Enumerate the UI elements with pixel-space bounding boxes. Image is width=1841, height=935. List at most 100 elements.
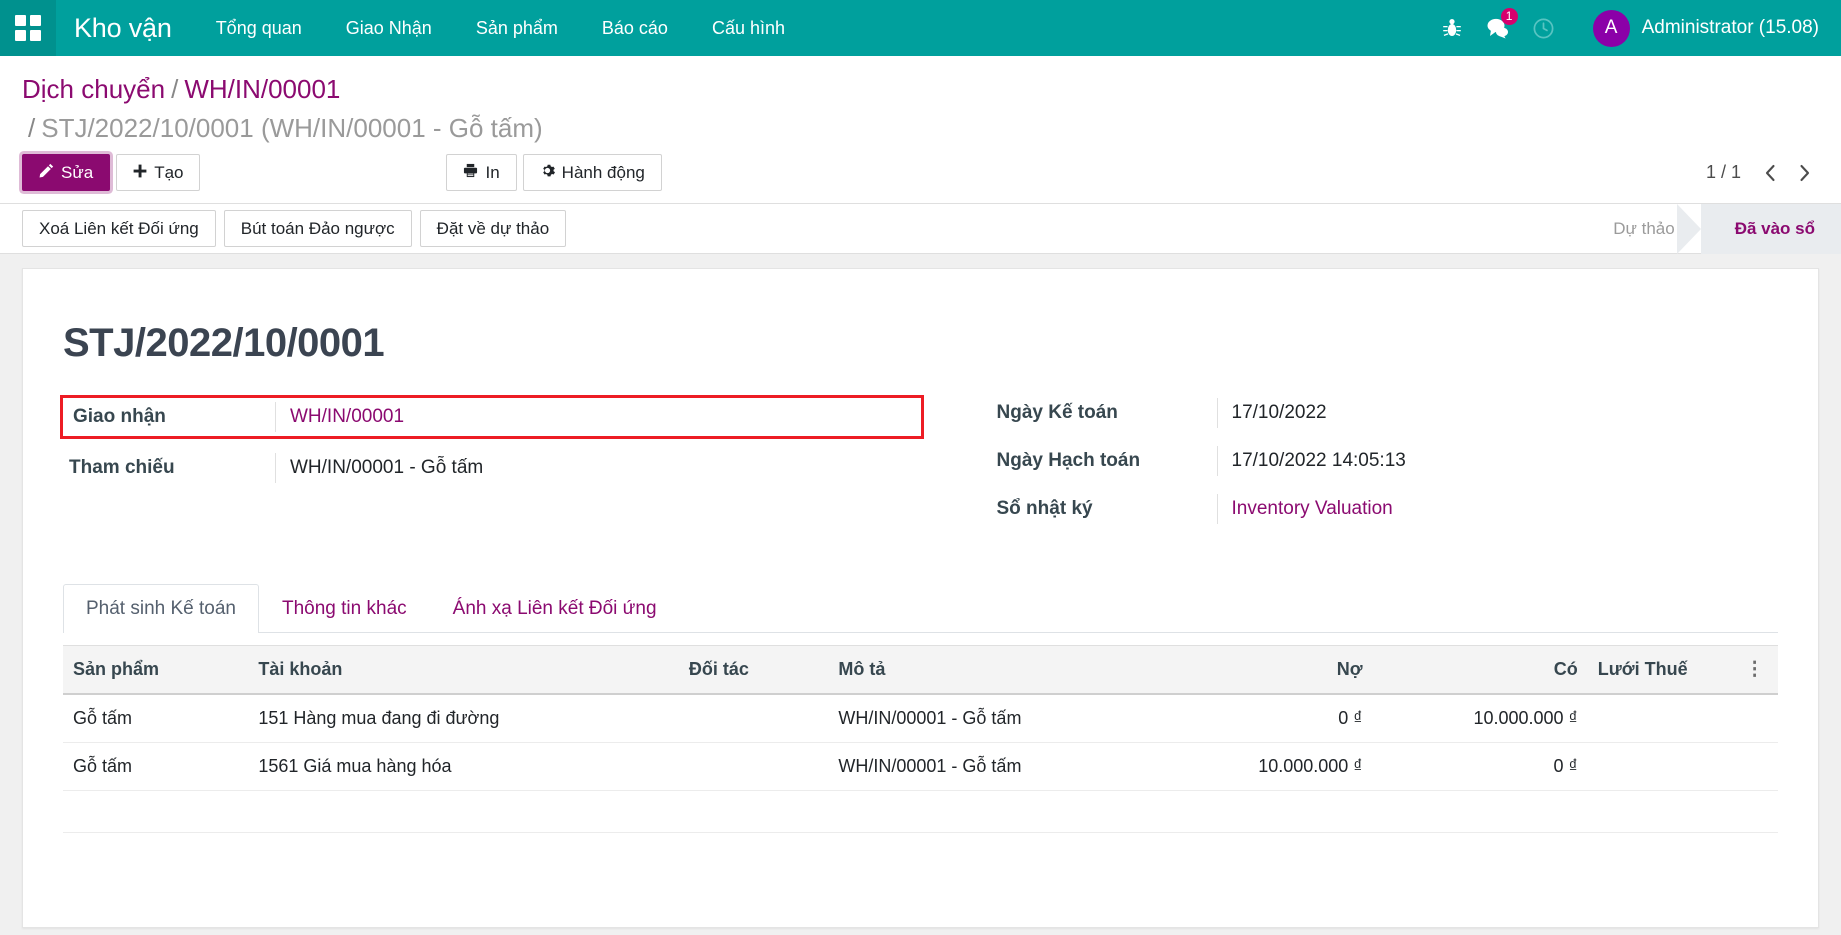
breadcrumb-parent-link[interactable]: Dịch chuyển	[22, 74, 165, 104]
cell-co: 10.000.000 ₫	[1373, 694, 1588, 743]
plus-icon	[133, 162, 147, 183]
cell-mo-ta: WH/IN/00001 - Gỗ tấm	[828, 743, 1157, 791]
column-header-san-pham[interactable]: Sản phẩm	[63, 646, 248, 695]
form-column-left: Giao nhận WH/IN/00001 Tham chiếu WH/IN/0…	[63, 398, 921, 542]
form-columns: Giao nhận WH/IN/00001 Tham chiếu WH/IN/0…	[63, 398, 1778, 542]
tab-anh-xa-lien-ket-doi-ung[interactable]: Ánh xạ Liên kết Đối ứng	[430, 584, 680, 633]
pager-value: 1 / 1	[1706, 162, 1751, 183]
remove-reconciliation-button[interactable]: Xoá Liên kết Đối ứng	[22, 210, 216, 247]
chat-icon[interactable]: 1	[1475, 0, 1521, 56]
column-header-luoi-thue[interactable]: Lưới Thuế	[1588, 646, 1732, 695]
breadcrumb-wrapper: Dịch chuyển/WH/IN/00001 /STJ/2022/10/000…	[0, 56, 1841, 148]
cell-luoi-thue	[1588, 743, 1732, 791]
cell-tai-khoan: 1561 Giá mua hàng hóa	[248, 743, 679, 791]
field-value-tham-chieu: WH/IN/00001 - Gỗ tấm	[275, 453, 921, 483]
action-button[interactable]: Hành động	[523, 154, 662, 191]
table-empty-row	[63, 791, 1778, 833]
menu-item-san-pham[interactable]: Sản phẩm	[454, 0, 580, 56]
breadcrumb-picking-link[interactable]: WH/IN/00001	[184, 74, 340, 104]
field-value-ngay-hach-toan: 17/10/2022 14:05:13	[1217, 446, 1779, 476]
field-label-so-nhat-ky: Sổ nhật ký	[991, 494, 1217, 524]
field-value-ngay-ke-toan: 17/10/2022	[1217, 398, 1779, 428]
column-header-co[interactable]: Có	[1373, 646, 1588, 695]
cell-san-pham: Gỗ tấm	[63, 694, 248, 743]
gear-icon	[540, 162, 555, 183]
table-head: Sản phẩm Tài khoản Đối tác Mô tả Nợ Có L…	[63, 646, 1778, 695]
table-row[interactable]: Gỗ tấm 151 Hàng mua đang đi đường WH/IN/…	[63, 694, 1778, 743]
reverse-entry-button[interactable]: Bút toán Đảo ngược	[224, 210, 412, 247]
column-options-icon[interactable]: ⋮	[1731, 646, 1778, 695]
cell-options	[1731, 694, 1778, 743]
user-menu[interactable]: A Administrator (15.08)	[1593, 10, 1819, 47]
main-menu: Tổng quan Giao Nhận Sản phẩm Báo cáo Cấu…	[194, 0, 807, 56]
top-navbar: Kho vận Tổng quan Giao Nhận Sản phẩm Báo…	[0, 0, 1841, 56]
app-brand-name[interactable]: Kho vận	[56, 13, 194, 44]
menu-item-tong-quan[interactable]: Tổng quan	[194, 0, 324, 56]
toolbar-primary-group: Sửa Tạo	[22, 154, 200, 191]
status-posted[interactable]: Đã vào sổ	[1701, 204, 1841, 254]
table-row[interactable]: Gỗ tấm 1561 Giá mua hàng hóa WH/IN/00001…	[63, 743, 1778, 791]
avatar: A	[1593, 10, 1630, 47]
pager-previous-button[interactable]	[1755, 158, 1785, 188]
menu-item-cau-hinh[interactable]: Cấu hình	[690, 0, 807, 56]
tab-phat-sinh-ke-toan[interactable]: Phát sinh Kế toán	[63, 584, 259, 633]
table-body: Gỗ tấm 151 Hàng mua đang đi đường WH/IN/…	[63, 694, 1778, 833]
notebook-tabs: Phát sinh Kế toán Thông tin khác Ánh xạ …	[63, 584, 1778, 633]
menu-item-giao-nhan[interactable]: Giao Nhận	[324, 0, 454, 56]
column-header-no[interactable]: Nợ	[1157, 646, 1372, 695]
empty-cell	[63, 791, 1778, 833]
cell-doi-tac	[679, 743, 828, 791]
action-button-label: Hành động	[562, 162, 645, 183]
column-header-doi-tac[interactable]: Đối tác	[679, 646, 828, 695]
column-header-tai-khoan[interactable]: Tài khoản	[248, 646, 679, 695]
pencil-icon	[39, 162, 54, 183]
toolbar-secondary-group: In Hành động	[446, 154, 661, 191]
notebook: Phát sinh Kế toán Thông tin khác Ánh xạ …	[63, 584, 1778, 833]
toolbar: Sửa Tạo In Hành động	[0, 148, 1841, 203]
field-row-tham-chieu: Tham chiếu WH/IN/00001 - Gỗ tấm	[63, 453, 921, 483]
breadcrumb: Dịch chuyển/WH/IN/00001	[22, 70, 1819, 109]
create-button[interactable]: Tạo	[116, 154, 200, 191]
field-row-ngay-hach-toan: Ngày Hạch toán 17/10/2022 14:05:13	[991, 446, 1779, 476]
cell-no: 10.000.000 ₫	[1157, 743, 1372, 791]
edit-button[interactable]: Sửa	[22, 154, 110, 191]
status-bar: Dự thảo Đã vào sổ	[1579, 204, 1841, 254]
navbar-right-tools: 1 A Administrator (15.08)	[1429, 0, 1841, 56]
reset-to-draft-button[interactable]: Đặt về dự thảo	[420, 210, 567, 247]
field-row-so-nhat-ky: Sổ nhật ký Inventory Valuation	[991, 494, 1779, 524]
apps-menu-button[interactable]	[0, 0, 56, 56]
field-label-ngay-ke-toan: Ngày Kế toán	[991, 398, 1217, 428]
grid-apps-icon	[15, 15, 41, 41]
breadcrumb-line-2: /STJ/2022/10/0001 (WH/IN/00001 - Gỗ tấm)	[22, 109, 1819, 148]
menu-item-bao-cao[interactable]: Báo cáo	[580, 0, 690, 56]
form-column-right: Ngày Kế toán 17/10/2022 Ngày Hạch toán 1…	[921, 398, 1779, 542]
cell-luoi-thue	[1588, 694, 1732, 743]
record-pager: 1 / 1	[1706, 158, 1819, 188]
print-button-label: In	[485, 162, 499, 183]
page-title: STJ/2022/10/0001	[63, 321, 1778, 366]
breadcrumb-separator-1: /	[171, 74, 178, 104]
breadcrumb-separator-2: /	[28, 113, 35, 143]
record-action-bar: Xoá Liên kết Đối ứng Bút toán Đảo ngược …	[0, 204, 1841, 254]
field-label-giao-nhan: Giao nhận	[63, 402, 275, 432]
form-sheet: STJ/2022/10/0001 Giao nhận WH/IN/00001 T…	[22, 268, 1819, 928]
table-header-row: Sản phẩm Tài khoản Đối tác Mô tả Nợ Có L…	[63, 646, 1778, 695]
field-row-ngay-ke-toan: Ngày Kế toán 17/10/2022	[991, 398, 1779, 428]
chat-unread-badge: 1	[1501, 8, 1518, 25]
column-header-mo-ta[interactable]: Mô tả	[828, 646, 1157, 695]
journal-items-table: Sản phẩm Tài khoản Đối tác Mô tả Nợ Có L…	[63, 645, 1778, 833]
cell-no: 0 ₫	[1157, 694, 1372, 743]
field-label-ngay-hach-toan: Ngày Hạch toán	[991, 446, 1217, 476]
control-panel: Dịch chuyển/WH/IN/00001 /STJ/2022/10/000…	[0, 56, 1841, 204]
field-value-so-nhat-ky[interactable]: Inventory Valuation	[1217, 494, 1779, 524]
field-label-tham-chieu: Tham chiếu	[63, 453, 275, 483]
content-area: STJ/2022/10/0001 Giao nhận WH/IN/00001 T…	[0, 254, 1841, 935]
cell-tai-khoan: 151 Hàng mua đang đi đường	[248, 694, 679, 743]
tab-thong-tin-khac[interactable]: Thông tin khác	[259, 584, 430, 633]
user-name-label: Administrator (15.08)	[1642, 17, 1819, 39]
pager-next-button[interactable]	[1789, 158, 1819, 188]
bug-icon[interactable]	[1429, 0, 1475, 56]
clock-icon[interactable]	[1521, 0, 1567, 56]
print-button[interactable]: In	[446, 154, 516, 191]
field-value-giao-nhan[interactable]: WH/IN/00001	[275, 402, 921, 432]
